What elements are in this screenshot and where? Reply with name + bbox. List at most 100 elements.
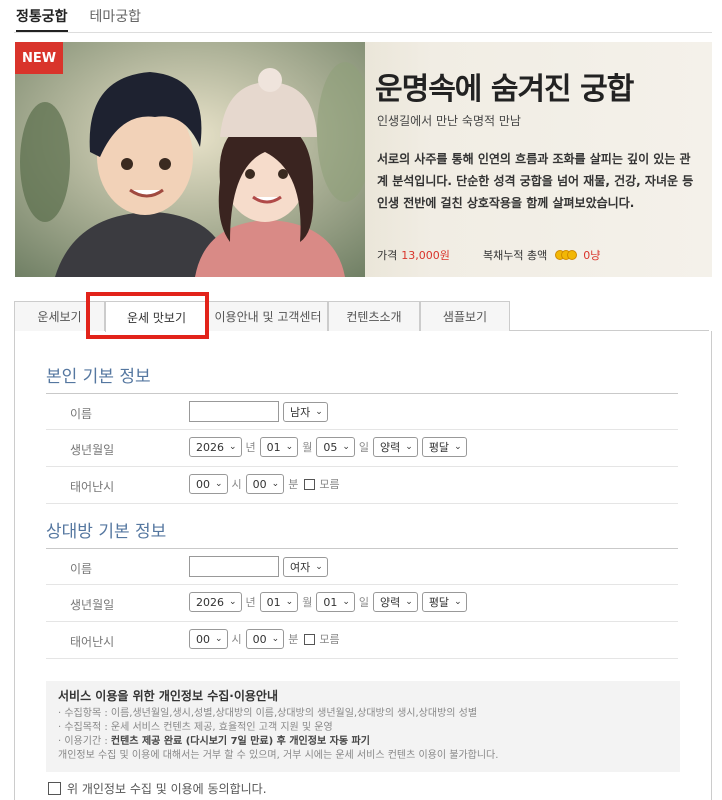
year-unit: 년 <box>245 596 256 609</box>
partner-minute-select[interactable]: 00 ⌄ <box>245 629 285 649</box>
chevron-down-icon: ⌄ <box>229 597 237 607</box>
product-subtitle: 인생길에서 만난 숙명적 만남 <box>377 114 521 128</box>
privacy-title: 서비스 이용을 위한 개인정보 수집·이용안내 <box>58 689 278 703</box>
chevron-down-icon: ⌄ <box>271 634 280 644</box>
self-name-input[interactable] <box>189 401 279 422</box>
birth-label: 생년월일 <box>70 443 115 457</box>
tab-sample-view[interactable]: 샘플보기 <box>420 301 510 331</box>
name-field-group: 여자 ⌄ <box>189 556 328 577</box>
unknown-label: 모름 <box>319 478 340 491</box>
hour-unit: 시 <box>231 633 242 646</box>
tab-fortune-view[interactable]: 운세보기 <box>14 301 105 331</box>
partner-info-title: 상대방 기본 정보 <box>46 522 167 542</box>
time-label: 태어난시 <box>70 635 115 649</box>
self-hour-select[interactable]: 00 ⌄ <box>189 474 228 494</box>
partner-year-select[interactable]: 2026 ⌄ <box>189 592 242 612</box>
tab-content-intro[interactable]: 컨텐츠소개 <box>328 301 420 331</box>
birth-field-group: 2026 ⌄ 년 01 ⌄ 월 05 ⌄ 일 양력 ⌄ 평달 ⌄ <box>189 437 467 457</box>
self-time-row: 태어난시 00 ⌄ 시 00 ⌄ 분 모름 <box>46 467 678 504</box>
chevron-down-icon: ⌄ <box>405 597 413 607</box>
hour-unit: 시 <box>231 478 242 491</box>
tab-theme[interactable]: 테마궁합 <box>90 6 142 32</box>
partner-calendar-select[interactable]: 양력 ⌄ <box>373 592 418 612</box>
month-unit: 월 <box>302 596 313 609</box>
self-unknown-checkbox[interactable] <box>304 478 316 490</box>
chevron-down-icon: ⌄ <box>454 597 462 607</box>
self-day-select[interactable]: 05 ⌄ <box>316 437 355 457</box>
partner-birth-row: 생년월일 2026 ⌄ 년 01 ⌄ 월 01 ⌄ 일 양력 ⌄ 평달 ⌄ <box>46 585 678 622</box>
privacy-items: · 수집항목 : 이름,생년월일,생시,성별,상대방의 이름,상대방의 생년월일… <box>58 708 478 719</box>
tab-fortune-preview[interactable]: 운세 맛보기 <box>105 301 208 332</box>
time-field-group: 00 ⌄ 시 00 ⌄ 분 모름 <box>189 474 340 494</box>
product-title: 운명속에 숨겨진 궁합 <box>375 72 634 107</box>
tab-jeongtong[interactable]: 정통궁합 <box>16 6 68 32</box>
price: 가격 13,000원 <box>377 247 450 263</box>
unknown-label: 모름 <box>319 633 340 646</box>
privacy-notice: 서비스 이용을 위한 개인정보 수집·이용안내 · 수집항목 : 이름,생년월일… <box>46 681 680 772</box>
accumulated-total: 복채누적 총액 0냥 <box>483 247 600 263</box>
partner-month-select[interactable]: 01 ⌄ <box>259 592 299 612</box>
day-unit: 일 <box>358 441 370 454</box>
divider <box>14 32 712 33</box>
self-minute-select[interactable]: 00 ⌄ <box>245 474 285 494</box>
chevron-down-icon: ⌄ <box>215 634 223 644</box>
chevron-down-icon: ⌄ <box>405 442 413 452</box>
couple-illustration <box>15 42 365 277</box>
partner-hour-select[interactable]: 00 ⌄ <box>189 629 228 649</box>
minute-unit: 분 <box>288 633 299 646</box>
tab-guide-support[interactable]: 이용안내 및 고객센터 <box>208 301 328 331</box>
chevron-down-icon: ⌄ <box>315 406 323 417</box>
coin-icon <box>555 250 578 260</box>
chevron-down-icon: ⌄ <box>285 442 294 452</box>
chevron-down-icon: ⌄ <box>285 597 294 607</box>
self-info-title: 본인 기본 정보 <box>46 367 151 387</box>
partner-name-row: 이름 여자 ⌄ <box>46 548 678 585</box>
content-tab-bar: 운세보기 운세 맛보기 이용안내 및 고객센터 컨텐츠소개 샘플보기 <box>14 301 709 332</box>
price-value: 13,000원 <box>401 249 450 262</box>
description-line: 계 분석입니다. 단순한 성격 궁합을 넘어 재물, 건강, 자녀운 등 <box>377 174 694 188</box>
privacy-period: · 이용기간 : 컨텐츠 제공 완료 (다시보기 7일 만료) 후 개인정보 자… <box>58 736 370 747</box>
month-unit: 월 <box>302 441 313 454</box>
self-birth-row: 생년월일 2026 ⌄ 년 01 ⌄ 월 05 ⌄ 일 양력 ⌄ 평달 ⌄ <box>46 430 678 467</box>
chevron-down-icon: ⌄ <box>229 442 237 452</box>
product-description: 서로의 사주를 통해 인연의 흐름과 조화를 살피는 깊이 있는 관 계 분석입… <box>377 148 695 214</box>
self-calendar-select[interactable]: 양력 ⌄ <box>373 437 418 457</box>
partner-unknown-checkbox[interactable] <box>304 633 316 645</box>
self-year-select[interactable]: 2026 ⌄ <box>189 437 242 457</box>
name-field-group: 남자 ⌄ <box>189 401 328 422</box>
partner-day-select[interactable]: 01 ⌄ <box>316 592 355 612</box>
description-line: 인생 전반에 걸친 상호작용을 함께 살펴보았습니다. <box>377 196 635 210</box>
partner-gender-select[interactable]: 여자 ⌄ <box>283 556 328 577</box>
description-line: 서로의 사주를 통해 인연의 흐름과 조화를 살피는 깊이 있는 관 <box>377 152 691 166</box>
birth-label: 생년월일 <box>70 598 115 612</box>
time-label: 태어난시 <box>70 480 115 494</box>
chevron-down-icon: ⌄ <box>215 479 223 489</box>
chevron-down-icon: ⌄ <box>342 442 350 452</box>
chevron-down-icon: ⌄ <box>342 597 350 607</box>
partner-name-input[interactable] <box>189 556 279 577</box>
name-label: 이름 <box>70 407 93 421</box>
year-unit: 년 <box>245 441 256 454</box>
agree-row[interactable]: 위 개인정보 수집 및 이용에 동의합니다. <box>46 780 267 797</box>
chevron-down-icon: ⌄ <box>454 442 462 452</box>
chevron-down-icon: ⌄ <box>271 479 280 489</box>
top-tab-bar: 정통궁합 테마궁합 <box>16 6 141 32</box>
partner-time-row: 태어난시 00 ⌄ 시 00 ⌄ 분 모름 <box>46 622 678 659</box>
agree-checkbox[interactable] <box>48 782 61 795</box>
new-badge: NEW <box>15 42 63 74</box>
self-gender-select[interactable]: 남자 ⌄ <box>283 401 328 422</box>
birth-field-group: 2026 ⌄ 년 01 ⌄ 월 01 ⌄ 일 양력 ⌄ 평달 ⌄ <box>189 592 467 612</box>
product-banner: NEW 운명속에 숨겨진 궁합 인생길에서 만난 숙명적 만남 서로의 사주를 … <box>15 42 712 277</box>
day-unit: 일 <box>358 596 370 609</box>
self-month-select[interactable]: 01 ⌄ <box>259 437 299 457</box>
name-label: 이름 <box>70 562 93 576</box>
accumulated-label: 복채누적 총액 <box>483 249 548 262</box>
price-label: 가격 <box>377 249 398 262</box>
time-field-group: 00 ⌄ 시 00 ⌄ 분 모름 <box>189 629 340 649</box>
accumulated-value: 0냥 <box>583 249 601 262</box>
self-name-row: 이름 남자 ⌄ <box>46 393 678 430</box>
chevron-down-icon: ⌄ <box>315 561 323 572</box>
self-leap-select[interactable]: 평달 ⌄ <box>421 437 467 457</box>
agree-label: 위 개인정보 수집 및 이용에 동의합니다. <box>67 782 267 796</box>
partner-leap-select[interactable]: 평달 ⌄ <box>421 592 467 612</box>
